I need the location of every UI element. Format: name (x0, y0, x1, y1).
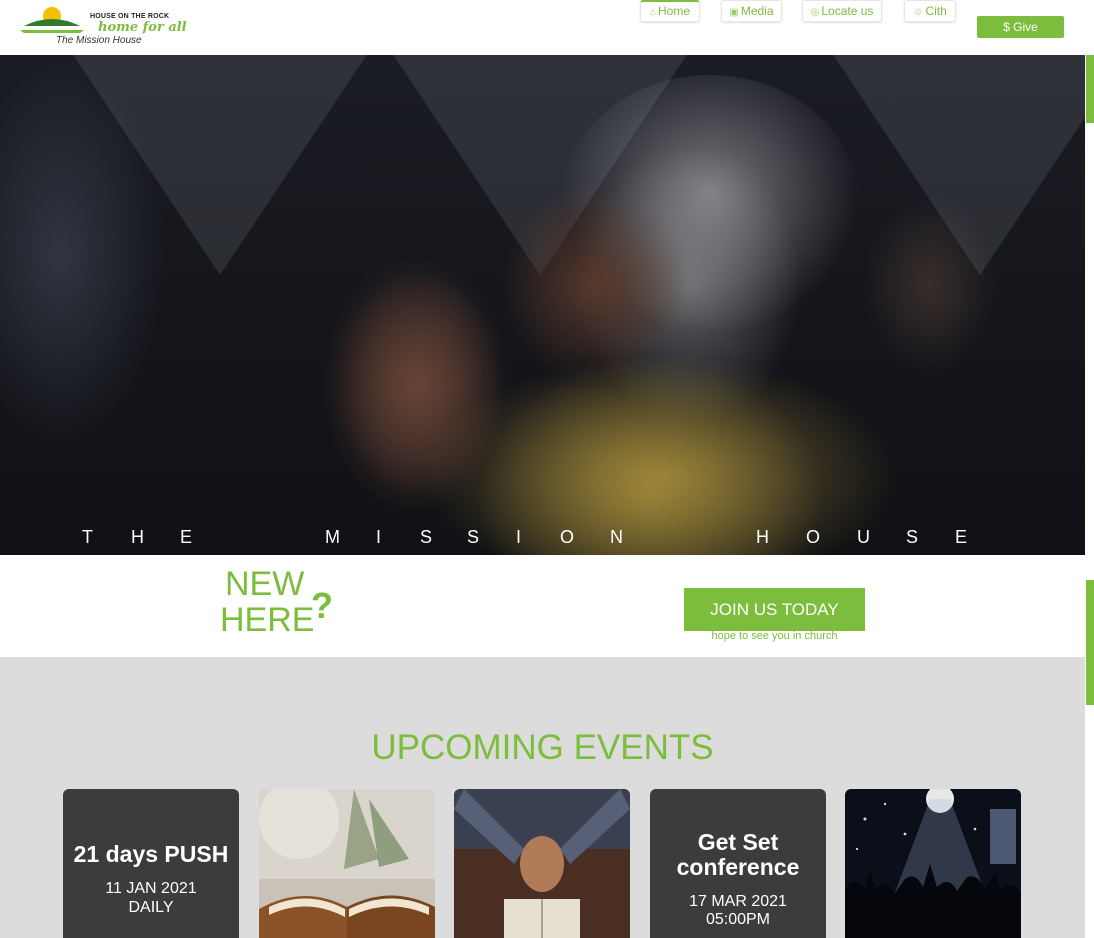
event-card-get-set-conference[interactable]: Get Set conference 17 MAR 2021 05:00PM (650, 789, 826, 938)
event-title: 21 days PUSH (73, 841, 229, 867)
event-title-line2: conference (676, 854, 800, 880)
new-here-section: NEW HERE ? JOIN US TODAY hope to see you… (0, 555, 1085, 657)
brand-subtitle: The Mission House (56, 35, 142, 46)
hero-caption-letter: O (806, 527, 821, 547)
hero-caption-letter: E (955, 527, 968, 547)
nav-locate-label: Locate us (821, 4, 874, 18)
new-here-line1: NEW (225, 565, 305, 603)
nav-cith-label: Cith (925, 4, 947, 18)
new-here-line2: HERE (220, 601, 315, 639)
hero-caption-letter: T (82, 527, 93, 547)
worship-crowd-photo (845, 789, 1021, 938)
rock-logo-icon (20, 7, 84, 33)
scrollbar-track[interactable] (1085, 55, 1094, 938)
people-icon: ☺ (913, 7, 924, 18)
hero-caption-letter: H (131, 527, 144, 547)
hero-caption-letter: I (516, 527, 522, 547)
event-date: 11 JAN 2021 (105, 880, 197, 897)
join-us-subtext: hope to see you in church (711, 630, 838, 642)
brand-tagline: home for all (98, 20, 187, 35)
event-card-21-days-push[interactable]: 21 days PUSH 11 JAN 2021 DAILY (63, 789, 239, 938)
hero-caption: T H E M I S S I O N H O U S E (0, 527, 1085, 555)
location-pin-icon: ◎ (810, 7, 820, 18)
hero-caption-letter: H (756, 527, 769, 547)
nav-media[interactable]: ▣ Media (721, 0, 782, 22)
hero-caption-letter: N (610, 527, 623, 547)
scrollbar-thumb[interactable] (1086, 55, 1094, 123)
ceiling-drape (820, 55, 1085, 275)
hero-caption-letter: M (325, 527, 340, 547)
hero-banner: T H E M I S S I O N H O U S E (0, 55, 1085, 555)
site-logo[interactable]: HOUSE ON THE ROCK home for all The Missi… (20, 4, 220, 50)
open-bible-photo (259, 789, 435, 938)
hero-caption-letter: S (467, 527, 480, 547)
event-date: 17 MAR 2021 (689, 893, 787, 910)
nav-cith[interactable]: ☺ Cith (904, 0, 956, 22)
scroll-indicator (1086, 580, 1094, 705)
event-title-line1: Get Set (697, 829, 779, 855)
event-card-worship[interactable] (845, 789, 1021, 938)
hero-caption-letter: S (420, 527, 433, 547)
event-card-bible[interactable] (259, 789, 435, 938)
nav-home[interactable]: ⌂ Home (640, 0, 700, 22)
media-icon: ▣ (729, 7, 739, 18)
nav-home-label: Home (658, 4, 691, 18)
join-us-button[interactable]: JOIN US TODAY (684, 588, 865, 631)
hero-caption-letter: O (560, 527, 575, 547)
hero-caption-letter: I (376, 527, 382, 547)
hero-caption-letter: E (180, 527, 193, 547)
give-button[interactable]: $ Give (977, 16, 1064, 38)
site-header: HOUSE ON THE ROCK home for all The Missi… (0, 0, 1094, 55)
event-frequency: DAILY (128, 899, 174, 916)
nav-media-label: Media (740, 4, 774, 18)
upcoming-events-title: UPCOMING EVENTS (371, 728, 714, 767)
nav-locate-us[interactable]: ◎ Locate us (802, 0, 882, 22)
praying-hands-photo (454, 789, 630, 938)
hands-shape (320, 255, 510, 515)
ceiling-drape (60, 55, 380, 275)
home-icon: ⌂ (649, 7, 657, 18)
new-here-question-mark: ? (311, 585, 333, 626)
event-time: 05:00PM (705, 911, 771, 928)
event-card-prayer[interactable] (454, 789, 630, 938)
hero-caption-letter: S (906, 527, 919, 547)
brand-name: HOUSE ON THE ROCK (90, 13, 170, 20)
hero-caption-letter: U (857, 527, 870, 547)
